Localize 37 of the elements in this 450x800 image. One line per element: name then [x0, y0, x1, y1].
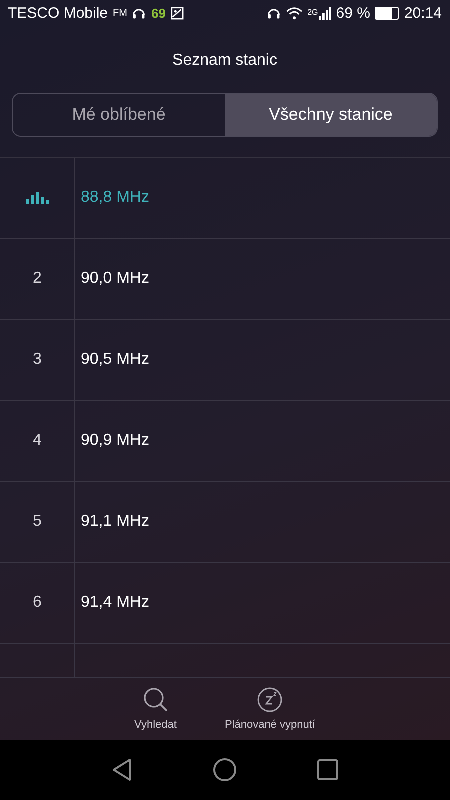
search-icon [142, 687, 169, 713]
signal-icon [319, 6, 332, 20]
station-row[interactable]: 2 90,0 MHz [0, 239, 450, 320]
clock: 20:14 [404, 4, 442, 22]
station-row[interactable]: 6 91,4 MHz [0, 563, 450, 644]
station-frequency: 91,1 MHz [81, 513, 150, 531]
tab[interactable]: Mé oblíbené [13, 94, 225, 136]
battery-icon [375, 6, 400, 20]
sleep-button[interactable]: Plánované vypnutí [220, 678, 320, 740]
station-frequency: 90,5 MHz [81, 351, 150, 369]
fm-label: FM [113, 8, 128, 18]
station-number: 4 [33, 432, 42, 450]
carrier-name: TESCO Mobile [8, 4, 108, 22]
station-number: 6 [33, 594, 42, 612]
sleep-timer-icon [257, 687, 284, 713]
station-frequency: 90,9 MHz [81, 432, 150, 450]
station-number: 5 [33, 513, 42, 531]
image-icon [170, 6, 184, 20]
battery-percent: 69 % [336, 4, 370, 22]
recents-icon [317, 759, 339, 781]
station-row[interactable]: 5 91,1 MHz [0, 482, 450, 563]
tab[interactable]: Všechny stanice [225, 94, 437, 136]
station-frequency: 88,8 MHz [81, 189, 150, 207]
station-number: 3 [33, 351, 42, 369]
search-button[interactable]: Vyhledat [130, 678, 181, 740]
network-label: 2G [308, 8, 318, 16]
station-number: 2 [33, 270, 42, 288]
notification-count: 69 [151, 6, 166, 20]
home-icon [213, 758, 237, 782]
station-frequency: 91,4 MHz [81, 594, 150, 612]
station-row[interactable]: 88,8 MHz [0, 158, 450, 239]
station-frequency: 90,0 MHz [81, 270, 150, 288]
station-row[interactable]: 3 90,5 MHz [0, 320, 450, 401]
station-row[interactable]: 4 90,9 MHz [0, 401, 450, 482]
wifi-icon [286, 6, 303, 20]
screen-title: Seznam stanic [172, 52, 278, 71]
back-icon [111, 758, 133, 782]
